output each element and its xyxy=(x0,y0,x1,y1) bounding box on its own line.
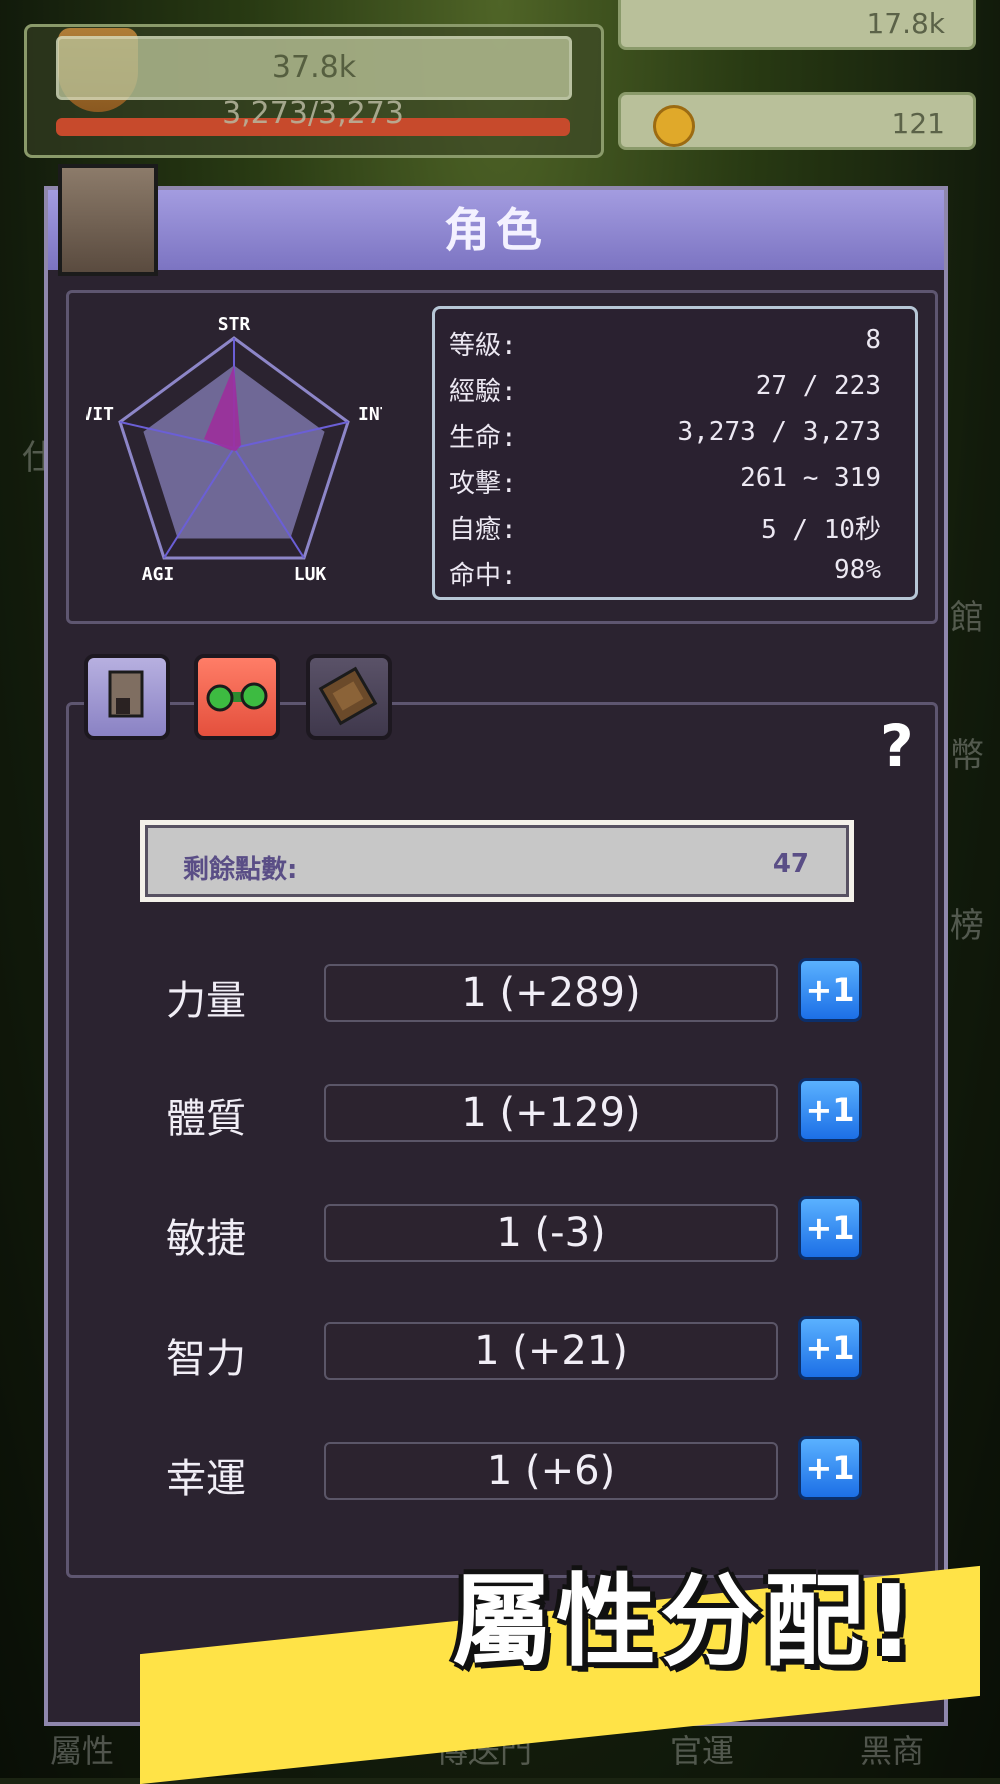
bg-label: 榜 xyxy=(950,906,984,946)
info-label: 攻擊: xyxy=(449,469,517,499)
info-value: 98% xyxy=(834,555,881,585)
nav-item-fortune[interactable]: 官運 xyxy=(670,1726,734,1772)
skill-book-icon xyxy=(318,666,378,726)
coin-counter: 121 xyxy=(618,92,976,150)
bg-label: 館 xyxy=(950,598,984,638)
gem-counter: 17.8k xyxy=(618,0,976,50)
attribute-value: 1 (+6) xyxy=(324,1442,778,1500)
info-value: 5 / 10秒 xyxy=(761,515,881,545)
radar-label-int: INT xyxy=(358,404,382,425)
info-label: 自癒: xyxy=(449,515,517,545)
attribute-label: 智力 xyxy=(166,1336,246,1382)
info-value: 261 ~ 319 xyxy=(740,463,881,493)
coin-value: 121 xyxy=(891,107,945,140)
add-agility-button[interactable]: +1 xyxy=(798,1196,862,1260)
info-label: 命中: xyxy=(449,561,517,591)
attribute-label: 力量 xyxy=(166,978,246,1024)
add-vitality-button[interactable]: +1 xyxy=(798,1078,862,1142)
add-strength-button[interactable]: +1 xyxy=(798,958,862,1022)
radar-label-vit: VIT xyxy=(86,404,114,425)
dumbbell-icon xyxy=(206,682,268,712)
hp-text: 3,273/3,273 xyxy=(222,96,404,131)
add-luck-button[interactable]: +1 xyxy=(798,1436,862,1500)
info-row-regen: 自癒: 5 / 10秒 xyxy=(449,509,881,549)
attribute-value: 1 (+21) xyxy=(324,1322,778,1380)
info-row-attack: 攻擊: 261 ~ 319 xyxy=(449,463,881,503)
tab-equipment[interactable] xyxy=(84,654,170,740)
info-label: 等級: xyxy=(449,331,517,361)
power-value: 37.8k xyxy=(56,36,572,100)
radar-label-str: STR xyxy=(218,314,251,335)
info-row-exp: 經驗: 27 / 223 xyxy=(449,371,881,411)
radar-label-luk: LUK xyxy=(294,564,327,584)
attribute-value: 1 (+289) xyxy=(324,964,778,1022)
attribute-label: 敏捷 xyxy=(166,1216,246,1262)
attribute-value: 1 (+129) xyxy=(324,1084,778,1142)
attribute-value: 1 (-3) xyxy=(324,1204,778,1262)
radar-label-agi: AGI xyxy=(142,564,175,584)
gem-value: 17.8k xyxy=(866,7,945,40)
bg-label: 幣 xyxy=(950,736,984,776)
add-intelligence-button[interactable]: +1 xyxy=(798,1316,862,1380)
panel-title: 角色 xyxy=(48,190,944,270)
promo-banner-text: 屬性分配! xyxy=(452,1563,918,1680)
coin-icon xyxy=(653,105,695,147)
info-label: 生命: xyxy=(449,423,517,453)
remaining-points-value: 47 xyxy=(772,849,809,879)
tab-skills[interactable] xyxy=(306,654,392,740)
character-info-box[interactable]: 等級: 8 經驗: 27 / 223 生命: 3,273 / 3,273 攻擊:… xyxy=(432,306,918,600)
tab-attributes[interactable] xyxy=(194,654,280,740)
info-row-hp: 生命: 3,273 / 3,273 xyxy=(449,417,881,457)
nav-item-black-market[interactable]: 黑商 xyxy=(860,1726,924,1772)
info-label: 經驗: xyxy=(449,377,517,407)
info-row-level: 等級: 8 xyxy=(449,325,881,365)
info-value: 3,273 / 3,273 xyxy=(677,417,882,447)
info-value: 27 / 223 xyxy=(755,371,881,401)
nav-item-attributes[interactable]: 屬性 xyxy=(50,1726,114,1772)
info-value: 8 xyxy=(865,325,881,355)
help-button[interactable]: ? xyxy=(880,712,914,780)
attribute-radar-chart: STR INT LUK AGI VIT xyxy=(86,314,382,584)
character-portrait-icon xyxy=(108,670,144,718)
remaining-points-bar: 剩餘點數: 47 xyxy=(140,820,854,902)
character-avatar xyxy=(58,164,158,276)
attribute-label: 體質 xyxy=(166,1096,246,1142)
info-row-accuracy: 命中: 98% xyxy=(449,555,881,595)
attribute-label: 幸運 xyxy=(166,1456,246,1502)
remaining-points-label: 剩餘點數: xyxy=(183,855,298,885)
